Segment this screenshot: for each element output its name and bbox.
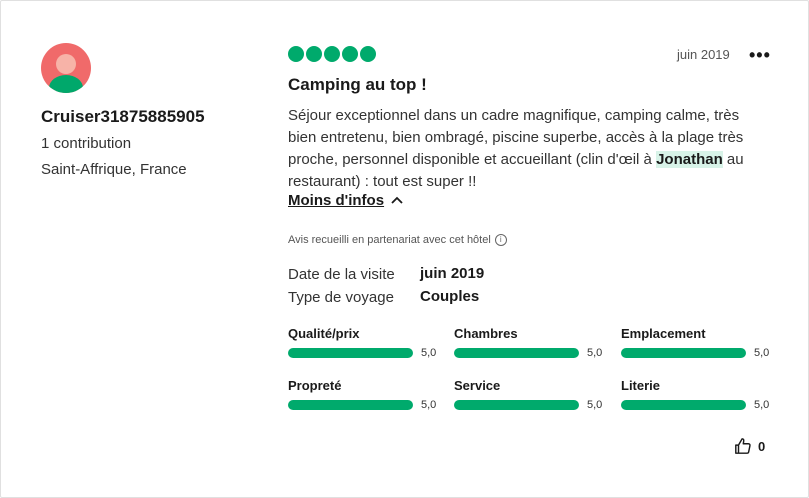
rating-bubble [288, 46, 304, 62]
subrating-value: Qualité/prix 5,0 [288, 326, 448, 359]
review-text: Séjour exceptionnel dans un cadre magnif… [288, 105, 768, 193]
username[interactable]: Cruiser31875885905 [41, 107, 205, 127]
user-location: Saint-Affrique, France [41, 161, 187, 178]
show-less-label: Moins d'infos [288, 192, 385, 209]
show-less-link[interactable]: Moins d'infos [288, 192, 404, 209]
subrating-label: Service [454, 378, 501, 393]
rating-bubble [306, 46, 322, 62]
subrating-rooms: Chambres 5,0 [454, 326, 614, 359]
subrating-cleanliness: Propreté 5,0 [288, 378, 448, 411]
rating-bar [621, 400, 746, 410]
avatar-head [56, 54, 76, 74]
rating-bar [454, 400, 579, 410]
subrating-score: 5,0 [587, 399, 603, 411]
trip-type-label: Type de voyage [288, 289, 394, 306]
contribution-count: 1 contribution [41, 135, 132, 152]
rating-bubbles [288, 46, 376, 62]
helpful-vote-button[interactable]: 0 [734, 437, 765, 455]
partner-note: Avis recueilli en partenariat avec cet h… [288, 234, 507, 246]
visit-date-value: juin 2019 [420, 265, 485, 282]
subrating-bedding: Literie 5,0 [621, 378, 781, 411]
chevron-up-icon [391, 196, 403, 204]
subrating-service: Service 5,0 [454, 378, 614, 411]
rating-bubble [324, 46, 340, 62]
rating-bar [288, 400, 413, 410]
review-date: juin 2019 [677, 47, 730, 62]
subrating-label: Qualité/prix [288, 326, 360, 341]
subrating-score: 5,0 [754, 399, 770, 411]
rating-bubble [360, 46, 376, 62]
helpful-count: 0 [758, 438, 766, 454]
rating-bar [454, 348, 579, 358]
rating-bubble [342, 46, 358, 62]
rating-bar [621, 348, 746, 358]
subrating-score: 5,0 [421, 399, 437, 411]
review-title: Camping au top ! [288, 75, 427, 94]
visit-date-label: Date de la visite [288, 266, 395, 283]
subrating-location: Emplacement 5,0 [621, 326, 781, 359]
highlighted-name: Jonathan [656, 151, 723, 168]
subrating-label: Propreté [288, 378, 342, 393]
info-icon[interactable]: i [494, 234, 507, 246]
avatar[interactable] [41, 43, 91, 93]
subrating-label: Emplacement [621, 326, 706, 341]
avatar-body [49, 75, 83, 93]
subrating-score: 5,0 [421, 347, 437, 359]
more-options-icon[interactable]: ••• [749, 45, 771, 66]
subrating-score: 5,0 [587, 347, 603, 359]
thumbs-up-icon [735, 438, 751, 454]
trip-type-value: Couples [420, 288, 480, 305]
partner-note-text: Avis recueilli en partenariat avec cet h… [288, 234, 491, 246]
review-card: Cruiser31875885905 1 contribution Saint-… [0, 0, 809, 498]
subrating-label: Literie [621, 378, 661, 393]
subrating-score: 5,0 [754, 347, 770, 359]
rating-bar [288, 348, 413, 358]
subrating-label: Chambres [454, 326, 518, 341]
